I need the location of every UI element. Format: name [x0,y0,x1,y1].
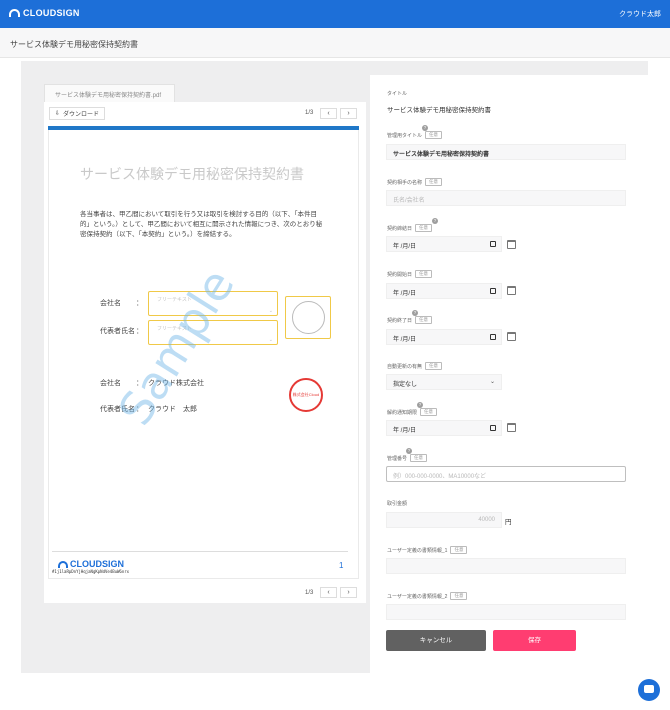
prev-page-button-bottom[interactable]: ‹ [320,587,337,598]
calendar-picker-icon[interactable] [490,288,496,294]
optional-tag: 任意 [420,408,438,416]
custom2-label: ユーザー定義の書類情報_2 任意 [387,592,468,600]
next-page-button[interactable]: › [340,108,357,119]
optional-tag: 任意 [450,592,468,600]
calendar-picker-icon[interactable] [490,241,496,247]
footer-logo-text: CLOUDSIGN [70,559,124,569]
custom1-label: ユーザー定義の書類情報_1 任意 [387,546,468,554]
seal-placeholder-circle [292,301,325,334]
company-label-1: 会社名 [100,300,121,307]
document-title: サービス体験デモ用秘密保持契約書 [80,166,304,182]
cloud-icon [9,9,20,17]
mgmt-title-input[interactable]: サービス体験デモ用秘密保持契約書 [386,144,626,160]
custom2-input[interactable] [386,604,626,620]
document-page-number: 1 [339,561,344,570]
calendar-icon[interactable] [507,286,516,295]
prev-page-button[interactable]: ‹ [320,108,337,119]
start-date-input[interactable]: 年 /月/日 [386,283,502,299]
mgmt-no-label: 管理番号 任意 [387,454,428,462]
document-header-bar [48,126,359,130]
cancel-button[interactable]: キャンセル [386,630,486,651]
contract-date-label: 契約締結日 任意 [387,224,433,232]
calendar-picker-icon[interactable] [490,334,496,340]
optional-tag: 任意 [415,224,433,232]
mgmt-title-label: 管理用タイトル 任意 [387,131,443,139]
document-paragraph: 各当事者は、甲乙間において取引を行う又は取引を検討する目的（以下、「本件目的」と… [80,211,323,238]
notice-label: 解約通知期限 任意 [387,408,438,416]
calendar-icon[interactable] [507,423,516,432]
optional-tag: 任意 [410,454,428,462]
chevron-down-icon: ⌄ [268,308,273,314]
help-icon[interactable]: ? [432,218,438,224]
page-title: サービス体験デモ用秘密保持契約書 [10,40,138,49]
file-tab[interactable]: サービス体験デモ用秘密保持契約書.pdf [44,84,175,102]
page-header: サービス体験デモ用秘密保持契約書 [0,28,670,58]
colon-2: ： [136,328,143,335]
notice-date-input[interactable]: 年 /月/日 [386,420,502,436]
amount-input[interactable]: 40000 [386,512,502,528]
page-indicator-top: 1/3 [305,110,314,116]
amount-label: 取引金額 [387,501,408,507]
download-button[interactable]: ⇩ ダウンロード [49,107,106,120]
company-seal: 株式会社Cloud [289,378,323,412]
document-footer-divider [52,551,348,552]
optional-tag: 任意 [415,270,433,278]
document-hash: #1j1laRpDnYjHqjaNgKpNdVe4BuW6nrx [52,569,130,574]
calendar-picker-icon[interactable] [490,425,496,431]
yen-unit: 円 [505,519,512,526]
counterparty-input[interactable]: 氏名/会社名 [386,190,626,206]
counterparty-label: 契約相手の名称 任意 [387,178,443,186]
top-bar: CLOUDSIGN クラウド太郎 [0,0,670,28]
user-menu[interactable]: クラウド太郎 [619,9,661,19]
chevron-down-icon: ⌄ [268,337,273,343]
download-icon: ⇩ [55,111,61,117]
colon-1: ： [136,300,143,307]
logo-text: CLOUDSIGN [23,8,80,18]
mgmt-no-input[interactable]: 例）000-000-0000、MA10000など [386,466,626,482]
chat-support-icon[interactable] [638,679,660,701]
end-date-label: 契約終了日 任意 [387,316,433,324]
seal-field[interactable] [285,296,331,339]
calendar-icon[interactable] [507,332,516,341]
optional-tag: 任意 [425,178,443,186]
end-date-input[interactable]: 年 /月/日 [386,329,502,345]
start-date-label: 契約開始日 任意 [387,270,433,278]
title-value: サービス体験デモ用秘密保持契約書 [387,107,491,114]
auto-renew-select[interactable]: 指定なし ⌄ [386,374,502,390]
cloudsign-logo[interactable]: CLOUDSIGN [9,8,80,18]
page-indicator-bottom: 1/3 [305,590,314,596]
optional-tag: 任意 [450,546,468,554]
custom1-input[interactable] [386,558,626,574]
save-button[interactable]: 保存 [493,630,576,651]
optional-tag: 任意 [425,131,443,139]
optional-tag: 任意 [425,362,443,370]
optional-tag: 任意 [415,316,433,324]
next-page-button-bottom[interactable]: › [340,587,357,598]
download-label: ダウンロード [63,112,100,118]
title-label: タイトル [387,91,408,97]
calendar-icon[interactable] [507,240,516,249]
contract-date-input[interactable]: 年 /月/日 [386,236,502,252]
chevron-down-icon: ⌄ [489,379,495,385]
auto-renew-label: 自動更新の有無 任意 [387,362,443,370]
rep-label-1: 代表者氏名 [100,328,135,335]
document-footer-logo: CLOUDSIGN [58,559,124,569]
cloud-icon [58,560,68,568]
company-label-2: 会社名 [100,380,121,387]
